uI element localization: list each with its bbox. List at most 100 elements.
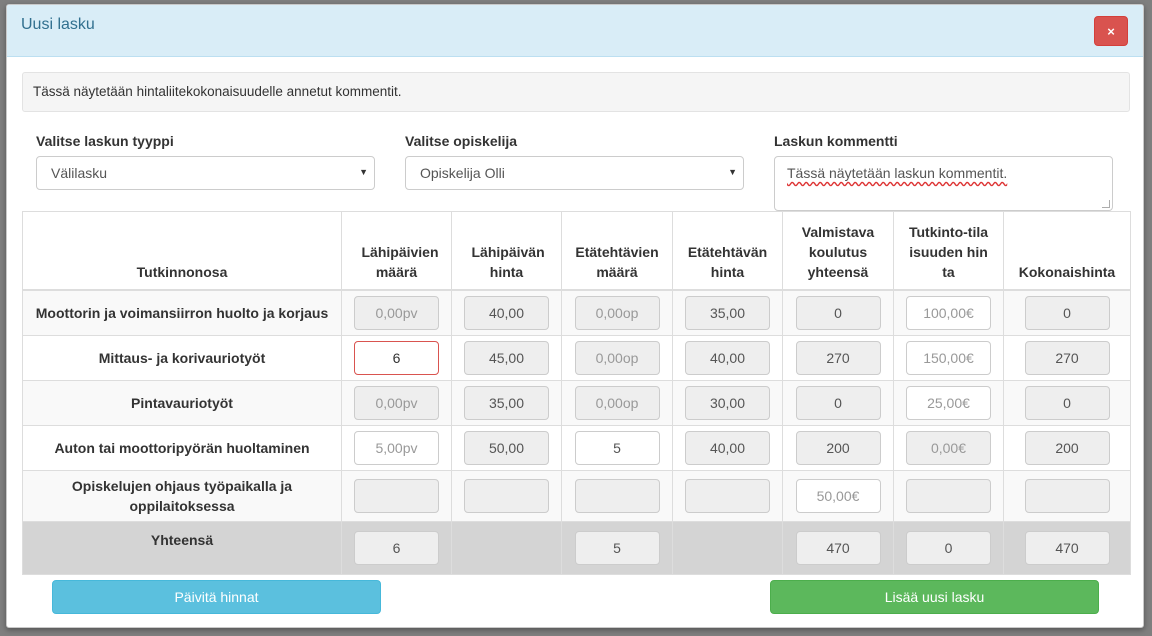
table-cell [341,470,452,522]
table-cell: 0,00op [561,380,673,426]
table-cell: 0,00pv [341,380,452,426]
total-cell: 6 [341,521,452,575]
comment-textarea[interactable]: Tässä näytetään laskun kommentit. [774,156,1113,211]
table-cell: 0,00op [561,335,673,381]
invoice-type-label: Valitse laskun tyyppi [36,133,174,149]
student-select[interactable]: Opiskelija Olli ▼ [405,156,744,190]
cell-readonly: 35,00 [685,296,770,330]
table-row: Auton tai moottoripyörän huoltaminen 5,00… [22,425,1131,471]
total-value: 5 [574,531,660,565]
cell-input[interactable]: 5 [574,431,660,465]
cell-readonly: 0,00op [574,296,660,330]
cell-readonly: 270 [795,341,881,375]
row-label: Auton tai moottoripyörän huoltaminen [22,425,342,471]
table-cell: 5 [561,425,673,471]
table-row: Opiskelujen ohjaus työpaikalla ja oppila… [22,470,1131,522]
header-text: Etätehtävän hinta [687,244,768,280]
cell-readonly: 0 [795,386,881,420]
cell-readonly: 50,00 [464,431,549,465]
table-cell: 150,00€ [893,335,1004,381]
cell-input[interactable]: 6 [354,341,439,375]
invoice-type-select[interactable]: Välilasku ▼ [36,156,375,190]
table-cell: 40,00 [672,335,783,381]
table-cell [451,470,562,522]
cell-input[interactable]: 150,00€ [906,341,991,375]
close-button[interactable]: × [1094,16,1128,46]
cell-readonly: 200 [1024,431,1110,465]
invoice-table: Tutkinnonosa Lähipäivien määrä Lähipäivä… [22,211,1131,575]
comment-label: Laskun kommentti [774,133,898,149]
update-prices-button[interactable]: Päivitä hinnat [52,580,381,614]
total-cell [451,521,562,575]
row-label: Opiskelujen ohjaus työpaikalla ja oppila… [22,470,342,522]
student-label: Valitse opiskelija [405,133,518,149]
table-cell: 0,00pv [341,289,452,336]
table-cell: 6 [341,335,452,381]
cell-readonly: 40,00 [685,341,770,375]
header-text: Etätehtävien määrä [575,244,659,280]
cell-readonly: 270 [1024,341,1110,375]
cell-readonly: 0,00pv [354,386,439,420]
table-cell: 270 [1003,335,1131,381]
header-etatehtavan-hinta: Etätehtävän hinta [672,211,783,291]
header-text: Lähipäivien määrä [361,244,439,280]
total-cell: 0 [893,521,1004,575]
cell-readonly: 40,00 [464,296,549,330]
cell-input[interactable]: 5,00pv [354,431,439,465]
header-tutkintotilaisuuden-hinta: Tutkinto-tilaisuuden hinta [893,211,1004,291]
cell-readonly [685,479,770,513]
row-label: Mittaus- ja korivauriotyöt [22,335,342,381]
table-cell: 0,00op [561,289,673,336]
table-cell: 0 [782,380,894,426]
cell-readonly: 40,00 [685,431,770,465]
total-row: Yhteensä 6 5 470 0 470 [22,521,1131,575]
table-cell [672,470,783,522]
header-kokonaishinta: Kokonaishinta [1003,211,1131,291]
cell-readonly [354,479,439,513]
row-label: Pintavauriotyöt [22,380,342,426]
total-label: Yhteensä [22,521,342,575]
table-cell [1003,470,1131,522]
table-cell: 35,00 [672,289,783,336]
cell-readonly: 45,00 [464,341,549,375]
total-value: 470 [1024,531,1110,565]
table-row: Pintavauriotyöt 0,00pv 35,00 0,00op 30,00 0 25… [22,380,1131,426]
table-cell [893,470,1004,522]
invoice-type-value: Välilasku [51,165,108,181]
cell-readonly: 0,00pv [354,296,439,330]
resize-handle-icon[interactable] [1102,200,1110,208]
cell-input[interactable]: 100,00€ [906,296,991,330]
cell-readonly [1024,479,1110,513]
cell-readonly: 30,00 [685,386,770,420]
total-cell: 5 [561,521,673,575]
table-cell: 0,00€ [893,425,1004,471]
comment-text: Tässä näytetään laskun kommentit. [787,165,1008,181]
table-cell: 40,00 [672,425,783,471]
table-cell: 30,00 [672,380,783,426]
total-value: 0 [906,531,991,565]
table-cell: 5,00pv [341,425,452,471]
table-cell: 200 [782,425,894,471]
modal-header: Uusi lasku × [7,5,1143,57]
cell-readonly: 200 [795,431,881,465]
cell-readonly: 0,00op [574,341,660,375]
total-cell [672,521,783,575]
invoice-modal: Uusi lasku × Tässä näytetään hintaliitek… [6,4,1144,628]
table-cell: 0 [782,289,894,336]
chevron-down-icon: ▼ [359,167,368,177]
add-invoice-button[interactable]: Lisää uusi lasku [770,580,1099,614]
table-row: Mittaus- ja korivauriotyöt 6 45,00 0,00op 40… [22,335,1131,381]
table-cell: 270 [782,335,894,381]
cell-readonly [574,479,660,513]
cell-input[interactable]: 25,00€ [906,386,991,420]
cell-readonly: 0 [1024,386,1110,420]
cell-readonly: 35,00 [464,386,549,420]
table-cell: 0 [1003,380,1131,426]
table-cell: 35,00 [451,380,562,426]
cell-readonly: 0,00op [574,386,660,420]
table-row: Moottorin ja voimansiirron huolto ja kor… [22,289,1131,336]
close-icon: × [1107,23,1115,39]
cell-input[interactable]: 50,00€ [795,479,881,513]
total-value: 470 [795,531,881,565]
table-cell [561,470,673,522]
